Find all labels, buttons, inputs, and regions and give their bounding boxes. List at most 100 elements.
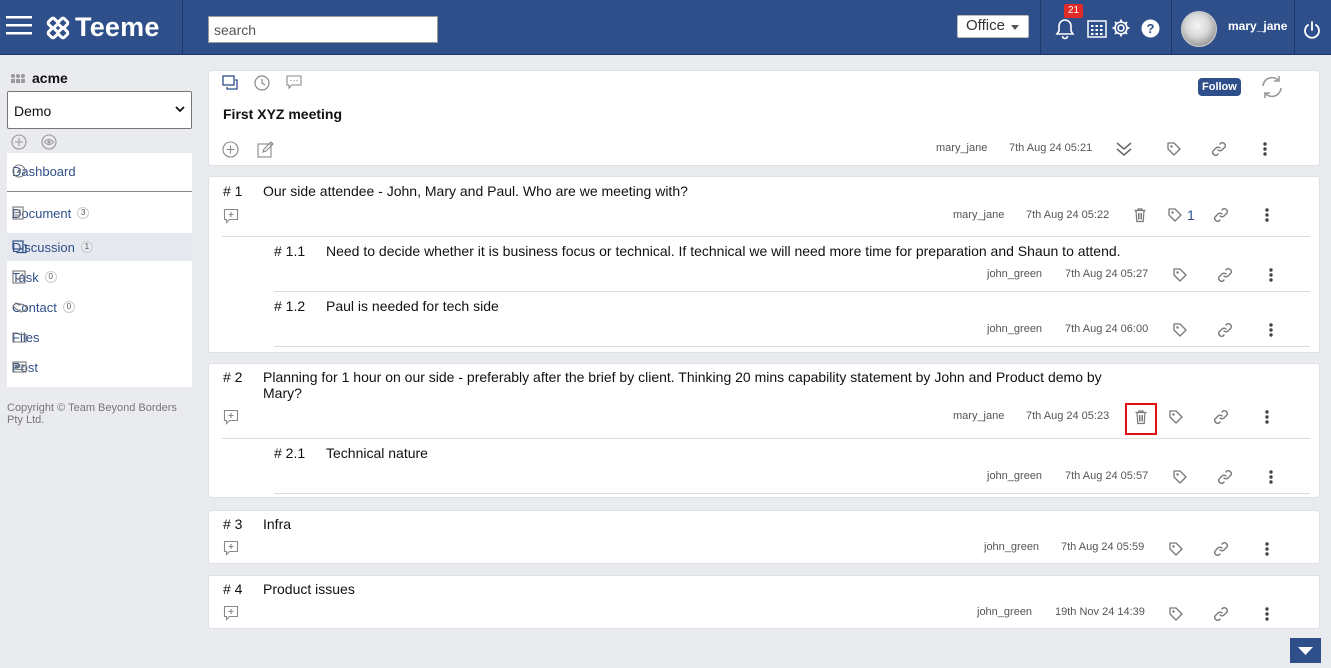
document-icon: [12, 206, 28, 220]
logo-icon: [46, 15, 70, 41]
reply-icon[interactable]: [223, 409, 239, 425]
topic-header-card: [208, 70, 1320, 166]
handshake-icon: [12, 300, 28, 314]
space-select-value: Demo: [14, 103, 52, 119]
sidebar-item-files[interactable]: Files: [7, 323, 192, 351]
highlighted-delete-button[interactable]: [1125, 403, 1157, 435]
app-logo[interactable]: Teeme: [46, 12, 160, 43]
more-options-icon[interactable]: [1263, 469, 1279, 485]
power-logout-icon[interactable]: [1302, 20, 1322, 40]
reply-text: Need to decide whether it is business fo…: [326, 243, 1121, 259]
more-options-icon[interactable]: [1263, 322, 1279, 338]
reply-icon[interactable]: [223, 605, 239, 621]
link-icon[interactable]: [1217, 469, 1233, 485]
reply-number: # 1.2: [274, 298, 306, 314]
tag-icon[interactable]: [1172, 469, 1188, 485]
scroll-down-button[interactable]: [1290, 638, 1321, 663]
follow-button[interactable]: Follow: [1198, 78, 1241, 96]
post-text-line-2: Mary?: [263, 385, 302, 401]
sidebar-item-contact[interactable]: Contact 0: [7, 293, 192, 321]
link-icon[interactable]: [1213, 606, 1229, 622]
reply-icon[interactable]: [223, 208, 239, 224]
count-badge: 1: [80, 241, 93, 253]
edit-icon[interactable]: [257, 141, 274, 158]
notification-badge: 21: [1064, 4, 1084, 18]
workspace-selector[interactable]: Office: [957, 15, 1029, 38]
link-icon[interactable]: [1211, 141, 1227, 157]
post-timestamp: 7th Aug 24 05:23: [1026, 410, 1110, 422]
user-name[interactable]: mary_jane: [1228, 19, 1287, 33]
collapse-all-icon[interactable]: [1115, 140, 1133, 158]
top-bar: Teeme Office 21 ? mary_jane: [0, 0, 1331, 55]
tag-count[interactable]: 1: [1187, 207, 1195, 223]
link-icon[interactable]: [1217, 267, 1233, 283]
help-icon[interactable]: ?: [1141, 19, 1160, 38]
link-icon[interactable]: [1217, 322, 1233, 338]
divider: [222, 236, 1310, 237]
divider: [274, 291, 1310, 292]
post-number: # 1: [223, 183, 243, 199]
user-avatar[interactable]: [1181, 11, 1217, 47]
hamburger-menu-icon[interactable]: [6, 13, 32, 37]
add-post-icon[interactable]: [222, 141, 239, 158]
tag-icon[interactable]: [1168, 606, 1184, 622]
sidebar-actions: [11, 134, 57, 150]
reply-timestamp: 7th Aug 24 05:57: [1065, 470, 1149, 482]
more-options-icon[interactable]: [1263, 267, 1279, 283]
space-select[interactable]: Demo: [7, 91, 192, 129]
more-options-icon[interactable]: [1257, 141, 1273, 157]
tag-icon[interactable]: [1167, 207, 1183, 223]
tag-icon[interactable]: [1172, 267, 1188, 283]
sidebar-item-dashboard[interactable]: Dashboard: [7, 157, 192, 185]
discussion-view-icon[interactable]: [222, 75, 239, 91]
post-icon: [12, 360, 28, 374]
more-options-icon[interactable]: [1259, 409, 1275, 425]
post-card: [208, 510, 1320, 564]
refresh-icon[interactable]: [1259, 75, 1285, 99]
topic-title: First XYZ meeting: [223, 106, 343, 122]
link-icon[interactable]: [1213, 541, 1229, 557]
calendar-icon[interactable]: [1087, 19, 1107, 38]
more-options-icon[interactable]: [1259, 207, 1275, 223]
settings-gear-icon[interactable]: [1111, 18, 1131, 38]
discussion-icon: [12, 240, 28, 254]
post-number: # 3: [223, 516, 243, 532]
reply-author: john_green: [987, 323, 1043, 335]
post-card: [208, 176, 1320, 353]
reply-number: # 1.1: [274, 243, 306, 259]
delete-trash-icon[interactable]: [1132, 207, 1148, 223]
link-icon[interactable]: [1213, 409, 1229, 425]
more-options-icon[interactable]: [1259, 606, 1275, 622]
post-author: mary_jane: [936, 142, 988, 154]
post-author: mary_jane: [953, 410, 1005, 422]
tag-icon[interactable]: [1166, 141, 1182, 157]
reply-text: Paul is needed for tech side: [326, 298, 499, 314]
bell-icon[interactable]: [1055, 18, 1075, 40]
count-badge: 3: [77, 207, 90, 219]
org-name: acme: [32, 70, 68, 86]
tag-icon[interactable]: [1172, 322, 1188, 338]
search-input[interactable]: [208, 16, 438, 43]
post-number: # 4: [223, 581, 243, 597]
sidebar-item-discussion[interactable]: Discussion 1: [7, 233, 192, 261]
reply-icon[interactable]: [223, 540, 239, 556]
workspace-selector-value: Office: [966, 17, 1005, 34]
link-icon[interactable]: [1213, 207, 1229, 223]
more-options-icon[interactable]: [1259, 541, 1275, 557]
post-text-line-1: Planning for 1 hour on our side - prefer…: [263, 369, 1102, 385]
divider: [274, 493, 1310, 494]
tag-icon[interactable]: [1168, 541, 1184, 557]
sidebar-item-document[interactable]: Document 3: [7, 199, 192, 227]
history-clock-icon[interactable]: [254, 75, 270, 91]
folder-icon: [12, 330, 28, 344]
add-space-icon[interactable]: [11, 134, 27, 150]
chevron-down-icon: [175, 106, 185, 113]
post-timestamp: 7th Aug 24 05:21: [1009, 142, 1093, 154]
view-space-icon[interactable]: [41, 134, 57, 150]
comment-icon[interactable]: [286, 75, 302, 90]
sidebar-item-task[interactable]: Task 0: [7, 263, 192, 291]
sidebar-item-post[interactable]: Post: [7, 353, 192, 381]
reply-author: john_green: [987, 268, 1043, 280]
tag-icon[interactable]: [1168, 409, 1184, 425]
caret-down-icon: [1011, 25, 1019, 30]
